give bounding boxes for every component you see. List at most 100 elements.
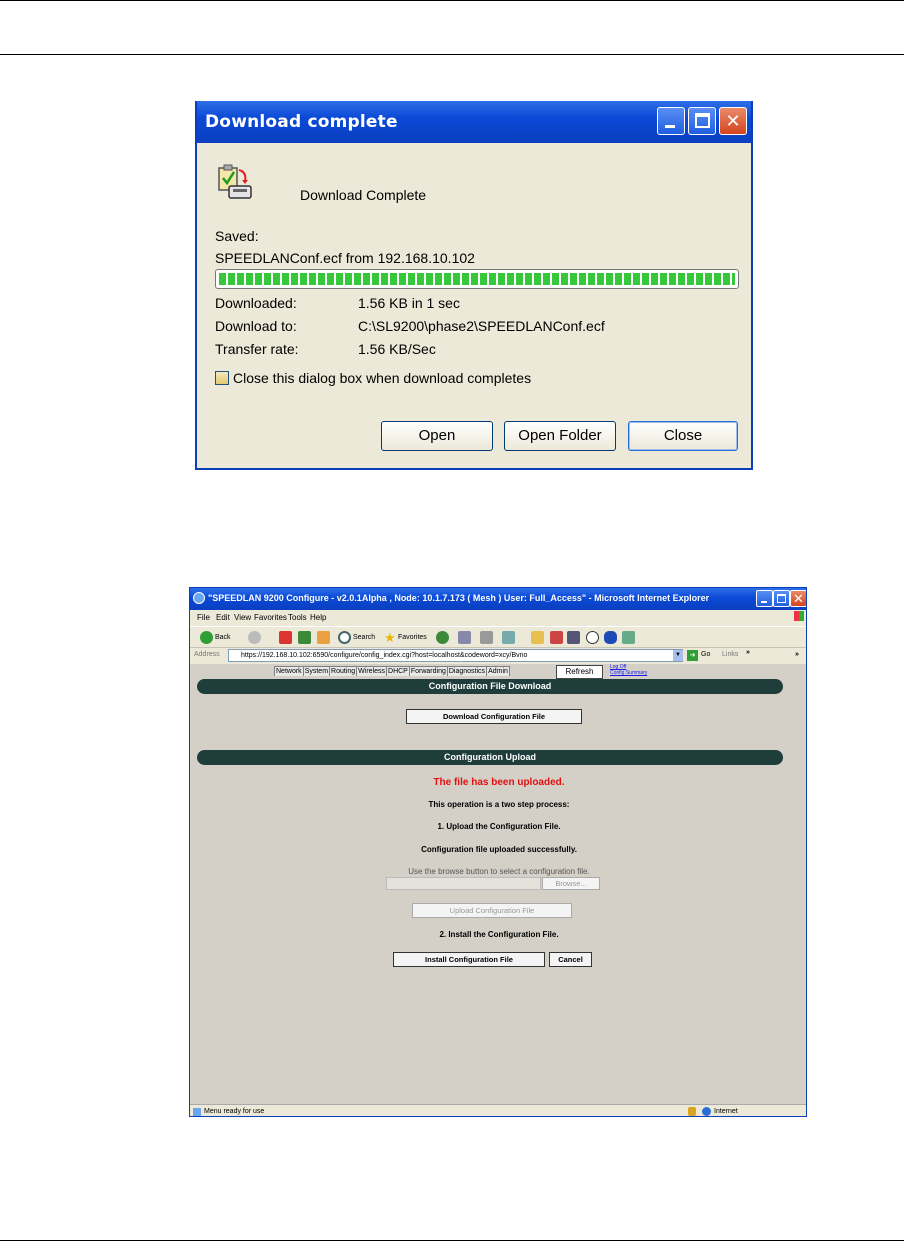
- menu-edit[interactable]: Edit: [216, 613, 230, 622]
- minimize-button[interactable]: [657, 107, 685, 135]
- go-button[interactable]: Go: [701, 651, 710, 658]
- cancel-button[interactable]: Cancel: [549, 952, 592, 967]
- status-text: Menu ready for use: [204, 1108, 265, 1115]
- refresh-button[interactable]: Refresh: [556, 665, 603, 679]
- address-input[interactable]: https://192.168.10.102:6590/configure/co…: [228, 649, 683, 662]
- downloaded-label: Downloaded:: [215, 295, 297, 311]
- minimize-icon: [665, 125, 675, 128]
- links-label[interactable]: Links: [722, 651, 738, 658]
- address-dropdown-icon[interactable]: ▼: [673, 650, 683, 661]
- download-document-icon: [218, 164, 252, 199]
- lock-icon: [688, 1107, 696, 1116]
- tab-forwarding[interactable]: Forwarding: [408, 666, 448, 676]
- search-button-label[interactable]: Search: [353, 634, 375, 641]
- maximize-button[interactable]: [688, 107, 716, 135]
- research-icon[interactable]: [567, 631, 580, 644]
- dialog-heading: Download Complete: [300, 187, 427, 203]
- download-to-label: Download to:: [215, 318, 297, 334]
- messenger-icon[interactable]: [550, 631, 563, 644]
- status-bar: Menu ready for use Internet: [190, 1104, 806, 1116]
- favorites-star-icon[interactable]: ★: [384, 630, 396, 646]
- config-summary-link[interactable]: Config Summary: [610, 670, 647, 676]
- links-chevron-icon[interactable]: »: [746, 649, 750, 656]
- browser-minimize-button[interactable]: [756, 590, 773, 607]
- close-window-button[interactable]: ✕: [719, 107, 747, 135]
- browser-title-bar[interactable]: "SPEEDLAN 9200 Configure - v2.0.1Alpha ,…: [190, 588, 806, 610]
- tab-wireless[interactable]: Wireless: [356, 666, 388, 676]
- menu-bar: File Edit View Favorites Tools Help: [190, 610, 806, 626]
- maximize-icon: [695, 113, 710, 128]
- go-arrow-icon[interactable]: ➔: [687, 650, 698, 661]
- tab-routing[interactable]: Routing: [329, 666, 358, 676]
- back-icon[interactable]: [200, 631, 213, 644]
- tab-dhcp[interactable]: DHCP: [386, 666, 410, 676]
- edit-icon[interactable]: [502, 631, 515, 644]
- favorites-button-label[interactable]: Favorites: [398, 634, 427, 641]
- tab-system[interactable]: System: [302, 666, 331, 676]
- print-icon[interactable]: [480, 631, 493, 644]
- close-icon: ✕: [725, 111, 741, 131]
- close-when-done-checkbox[interactable]: [215, 371, 229, 385]
- step1-text: 1. Upload the Configuration File.: [437, 822, 561, 831]
- download-config-button[interactable]: Download Configuration File: [406, 709, 582, 724]
- address-bar: Address https://192.168.10.102:6590/conf…: [190, 648, 806, 664]
- minimize-icon: [761, 601, 767, 603]
- close-button[interactable]: Close: [628, 421, 738, 451]
- menu-help[interactable]: Help: [310, 613, 326, 622]
- tab-network[interactable]: Network: [274, 666, 304, 676]
- top-rule: [0, 0, 904, 1]
- back-button-label[interactable]: Back: [215, 634, 231, 641]
- user-icon[interactable]: [586, 631, 599, 644]
- install-config-button[interactable]: Install Configuration File: [393, 952, 545, 967]
- maximize-icon: [777, 594, 786, 603]
- mail-icon[interactable]: [458, 631, 471, 644]
- browser-title: "SPEEDLAN 9200 Configure - v2.0.1Alpha ,…: [208, 593, 710, 603]
- upload-config-button[interactable]: Upload Configuration File: [412, 903, 572, 918]
- downloaded-value: 1.56 KB in 1 sec: [358, 295, 460, 311]
- browser-window: "SPEEDLAN 9200 Configure - v2.0.1Alpha ,…: [189, 587, 807, 1117]
- refresh-icon[interactable]: [298, 631, 311, 644]
- address-label: Address: [194, 651, 220, 658]
- folder-icon[interactable]: [531, 631, 544, 644]
- upload-status: The file has been uploaded.: [433, 777, 565, 788]
- page-content: Network System Routing Wireless DHCP Forwardi…: [190, 664, 806, 1104]
- saved-label: Saved:: [215, 228, 259, 244]
- page-icon: [193, 1108, 201, 1116]
- toolbar-chevron-icon[interactable]: »: [795, 651, 799, 658]
- forward-icon[interactable]: [248, 631, 261, 644]
- search-icon[interactable]: [338, 631, 351, 644]
- close-when-done-label[interactable]: Close this dialog box when download comp…: [233, 370, 531, 386]
- internet-zone-icon: [702, 1107, 711, 1116]
- menu-view[interactable]: View: [234, 613, 251, 622]
- transfer-rate-label: Transfer rate:: [215, 341, 299, 357]
- menu-tools[interactable]: Tools: [288, 613, 307, 622]
- menu-file[interactable]: File: [197, 613, 210, 622]
- saved-file: SPEEDLANConf.ecf from 192.168.10.102: [215, 250, 475, 266]
- config-tabs: Network System Routing Wireless DHCP Forwardi…: [274, 666, 510, 678]
- open-button[interactable]: Open: [381, 421, 493, 451]
- dialog-title: Download complete: [205, 112, 398, 132]
- bluetooth-icon[interactable]: [604, 631, 617, 644]
- browse-button[interactable]: Browse...: [542, 877, 600, 890]
- download-progress-bar: [215, 269, 739, 289]
- progress-fill: [219, 273, 735, 285]
- step2-text: 2. Install the Configuration File.: [439, 930, 559, 939]
- transfer-rate-value: 1.56 KB/Sec: [358, 341, 436, 357]
- toolbar: Back Search ★ Favorites: [190, 626, 806, 648]
- menu-favorites[interactable]: Favorites: [254, 613, 287, 622]
- tab-admin[interactable]: Admin: [486, 666, 510, 676]
- header-rule: [0, 54, 904, 55]
- dialog-title-bar[interactable]: Download complete ✕: [197, 101, 751, 143]
- step1-result: Configuration file uploaded successfully…: [421, 845, 577, 854]
- stop-icon[interactable]: [279, 631, 292, 644]
- windows-flag-icon: [794, 611, 804, 621]
- open-folder-button[interactable]: Open Folder: [504, 421, 616, 451]
- home-icon[interactable]: [317, 631, 330, 644]
- history-icon[interactable]: [436, 631, 449, 644]
- browser-close-button[interactable]: ✕: [790, 590, 806, 607]
- network-icon[interactable]: [622, 631, 635, 644]
- file-path-input[interactable]: [386, 877, 541, 890]
- tab-diagnostics[interactable]: Diagnostics: [446, 666, 488, 676]
- browser-maximize-button[interactable]: [773, 590, 790, 607]
- two-step-intro: This operation is a two step process:: [428, 800, 570, 809]
